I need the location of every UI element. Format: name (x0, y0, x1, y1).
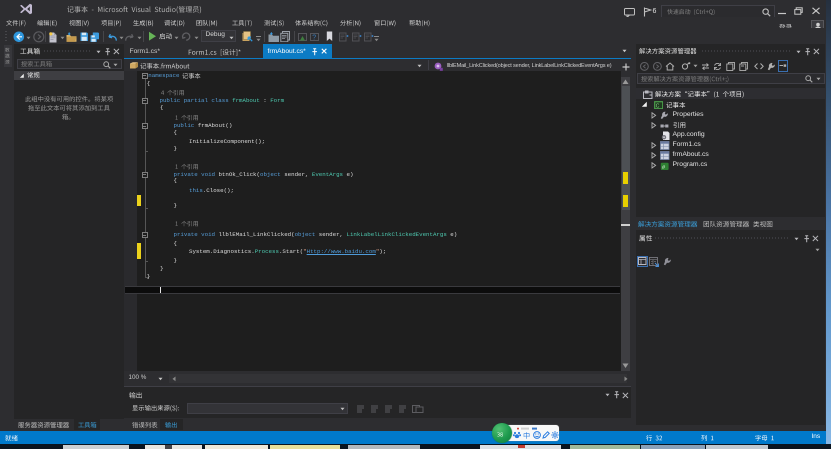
svg-text:?: ? (312, 34, 316, 41)
svg-text:C: C (655, 103, 659, 109)
